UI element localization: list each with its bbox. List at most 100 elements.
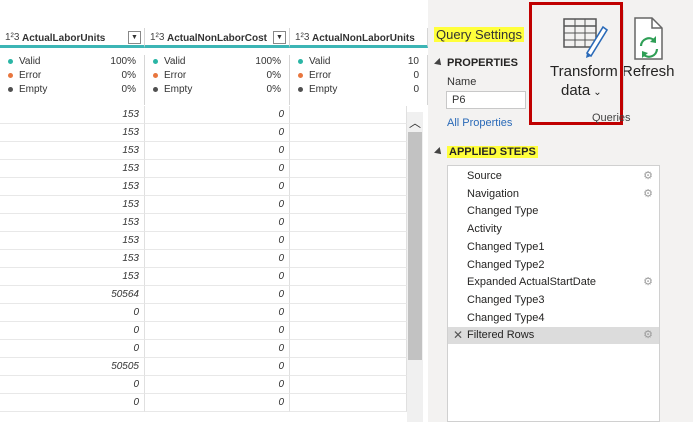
stat-row: Valid 100%	[145, 55, 289, 69]
applied-step[interactable]: Changed Type3	[448, 292, 659, 309]
gear-icon[interactable]: ⚙	[643, 275, 653, 288]
table-cell[interactable]: 0	[145, 178, 290, 196]
table-cell[interactable]: 0	[145, 268, 290, 286]
status-dot-icon	[8, 59, 13, 64]
table-cell[interactable]	[290, 304, 407, 322]
table-cell[interactable]: 0	[145, 394, 290, 412]
gear-icon[interactable]: ⚙	[643, 187, 653, 200]
table-cell[interactable]: 0	[145, 124, 290, 142]
table-cell[interactable]: 0	[145, 376, 290, 394]
applied-steps-list: Source ⚙ Navigation ⚙ Changed Type Activity Ch…	[447, 165, 660, 422]
table-cell[interactable]: 153	[0, 214, 145, 232]
table-cell[interactable]: 153	[0, 142, 145, 160]
all-properties-link[interactable]: All Properties	[447, 117, 512, 129]
query-name-input[interactable]: P6	[446, 91, 526, 109]
table-cell[interactable]: 0	[0, 376, 145, 394]
table-cell[interactable]: 0	[145, 232, 290, 250]
chevron-down-icon[interactable]: ▼	[273, 31, 286, 44]
data-grid: 1²3 ActualLaborUnits ▼ Valid 100% Error 0% Empt…	[0, 0, 428, 422]
table-cell[interactable]: 153	[0, 232, 145, 250]
table-cell[interactable]: 0	[145, 214, 290, 232]
applied-step[interactable]: Changed Type2	[448, 257, 659, 274]
table-cell[interactable]: 153	[0, 250, 145, 268]
refresh-button[interactable]	[624, 5, 676, 105]
table-cell[interactable]: 153	[0, 268, 145, 286]
scroll-up-icon[interactable]: ︿	[409, 114, 421, 131]
table-cell[interactable]: 0	[145, 340, 290, 358]
table-cell[interactable]	[290, 142, 407, 160]
table-cell[interactable]	[290, 268, 407, 286]
table-cell[interactable]: 0	[145, 160, 290, 178]
applied-step[interactable]: Changed Type	[448, 203, 659, 220]
gear-icon[interactable]: ⚙	[643, 169, 653, 182]
stat-row: Empty 0%	[0, 83, 144, 97]
table-cell[interactable]: 50564	[0, 286, 145, 304]
name-label: Name	[447, 76, 477, 88]
table-cell[interactable]: 0	[145, 196, 290, 214]
stat-label: Empty	[309, 84, 338, 95]
table-cell[interactable]	[290, 394, 407, 412]
stat-row: Empty 0	[290, 83, 427, 97]
column-header[interactable]: 1²3 ActualLaborUnits ▼	[0, 28, 145, 48]
applied-step[interactable]: Changed Type4	[448, 310, 659, 327]
table-cell[interactable]: 0	[145, 286, 290, 304]
delete-step-icon[interactable]: ✕	[453, 328, 463, 342]
gear-icon[interactable]: ⚙	[643, 328, 653, 341]
column-header[interactable]: 1²3 ActualNonLaborCost ▼	[145, 28, 290, 48]
applied-steps-heading[interactable]: APPLIED STEPS	[434, 146, 538, 158]
table-cell[interactable]	[290, 106, 407, 124]
table-cell[interactable]	[290, 196, 407, 214]
applied-step[interactable]: Expanded ActualStartDate ⚙	[448, 274, 659, 291]
table-cell[interactable]: 153	[0, 196, 145, 214]
column-quality-stats: Valid 100% Error 0% Empty 0%	[145, 55, 290, 105]
table-cell[interactable]: 0	[0, 322, 145, 340]
stat-label: Empty	[164, 84, 193, 95]
table-cell[interactable]	[290, 358, 407, 376]
applied-step[interactable]: Activity	[448, 221, 659, 238]
step-label: Changed Type	[467, 205, 539, 218]
table-cell[interactable]: 50505	[0, 358, 145, 376]
table-cell[interactable]	[290, 250, 407, 268]
stat-row: Empty 0%	[145, 83, 289, 97]
table-cell[interactable]	[290, 178, 407, 196]
applied-step[interactable]: ✕ Filtered Rows ⚙	[448, 327, 659, 345]
table-cell[interactable]: 0	[0, 304, 145, 322]
table-cell[interactable]	[290, 160, 407, 178]
grid-vertical-scrollbar[interactable]: ︿	[407, 112, 423, 422]
table-cell[interactable]: 0	[145, 250, 290, 268]
table-cell[interactable]: 0	[145, 142, 290, 160]
number-type-icon[interactable]: 1²3	[295, 32, 309, 43]
applied-step[interactable]: Changed Type1	[448, 239, 659, 256]
properties-heading[interactable]: PROPERTIES	[434, 57, 518, 69]
table-cell[interactable]	[290, 124, 407, 142]
table-cell[interactable]: 0	[0, 394, 145, 412]
stat-percent: 10	[407, 56, 419, 67]
scrollbar-thumb[interactable]	[408, 132, 422, 360]
table-cell[interactable]	[290, 286, 407, 304]
table-cell[interactable]: 0	[145, 106, 290, 124]
stat-row: Valid 10	[290, 55, 427, 69]
table-cell[interactable]: 153	[0, 106, 145, 124]
table-cell[interactable]: 0	[145, 304, 290, 322]
stat-percent: 100%	[255, 56, 281, 67]
number-type-icon[interactable]: 1²3	[5, 32, 19, 43]
column-header[interactable]: 1²3 ActualNonLaborUnits	[290, 28, 428, 48]
table-cell[interactable]: 0	[145, 322, 290, 340]
applied-step[interactable]: Source ⚙	[448, 168, 659, 185]
table-cell[interactable]	[290, 340, 407, 358]
table-cell[interactable]	[290, 232, 407, 250]
table-cell[interactable]	[290, 322, 407, 340]
table-cell[interactable]: 153	[0, 124, 145, 142]
chevron-down-icon[interactable]: ▼	[128, 31, 141, 44]
table-cell[interactable]: 0	[0, 340, 145, 358]
applied-step[interactable]: Navigation ⚙	[448, 186, 659, 203]
table-cell[interactable]: 153	[0, 160, 145, 178]
number-type-icon[interactable]: 1²3	[150, 32, 164, 43]
stat-label: Error	[309, 70, 332, 81]
table-cell[interactable]	[290, 214, 407, 232]
table-cell[interactable]	[290, 376, 407, 394]
table-cell[interactable]: 0	[145, 358, 290, 376]
status-dot-icon	[298, 87, 303, 92]
status-dot-icon	[153, 87, 158, 92]
table-cell[interactable]: 153	[0, 178, 145, 196]
